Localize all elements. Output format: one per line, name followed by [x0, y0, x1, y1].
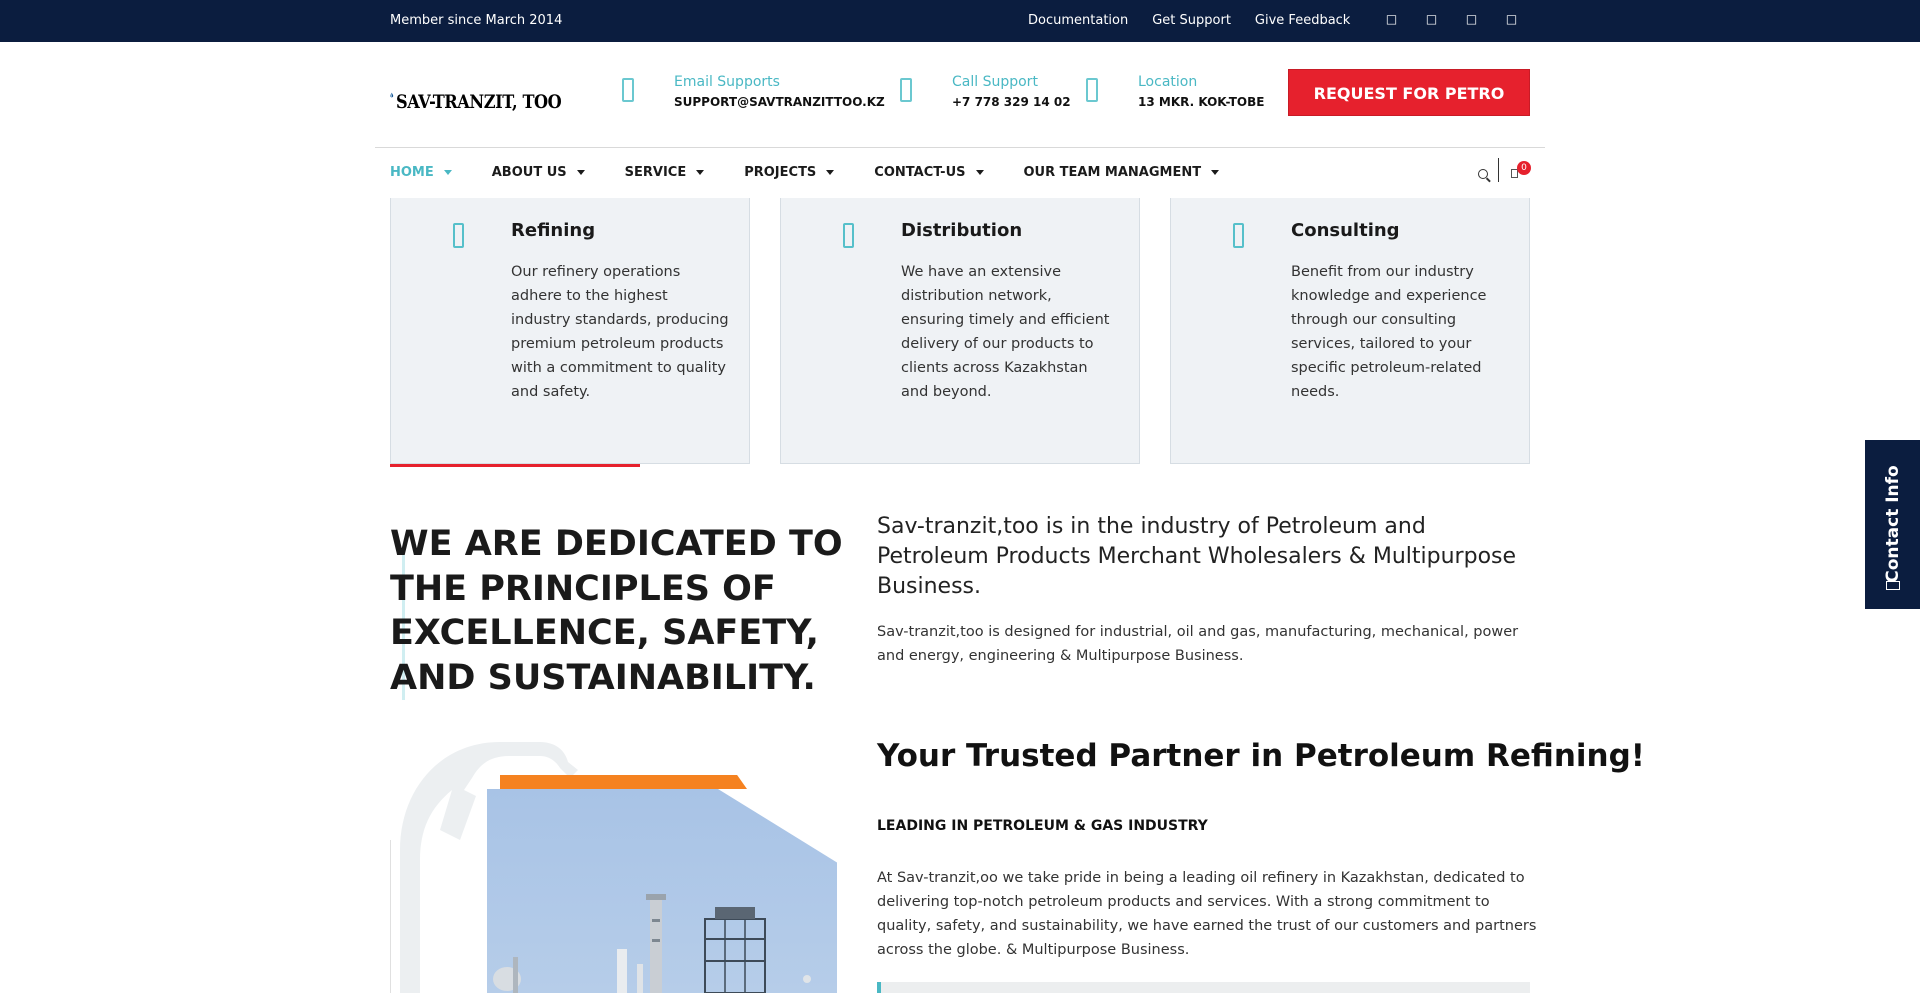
leading-subheading: LEADING IN PETROLEUM & GAS INDUSTRY	[877, 818, 1208, 834]
envelope-icon	[622, 78, 634, 102]
top-bar: Member since March 2014 Documentation Ge…	[0, 0, 1920, 42]
nav-item-label: ABOUT US	[491, 165, 567, 180]
refinery-illustration-icon	[493, 894, 811, 993]
search-icon[interactable]	[1478, 169, 1488, 179]
nav-item-home[interactable]: HOME	[390, 165, 452, 180]
site-header: SAV-TRANZIT, TOO Email Supports SUPPORT@…	[0, 42, 1920, 147]
caret-down-icon	[696, 170, 705, 175]
call-support: Call Support +7 778 329 14 02	[900, 74, 1071, 109]
email-value[interactable]: SUPPORT@SAVTRANZITTOO.KZ	[674, 95, 885, 109]
nav-tools: 0	[1478, 158, 1531, 182]
trusted-partner-heading: Your Trusted Partner in Petroleum Refini…	[877, 738, 1645, 774]
cart-count-badge: 0	[1517, 160, 1531, 175]
service-text: We have an extensive distribution networ…	[901, 264, 1110, 400]
tool-divider	[1498, 158, 1499, 182]
image-border	[390, 840, 391, 993]
caret-down-icon	[576, 170, 585, 175]
oil-drop-logo-icon	[390, 92, 394, 98]
location-value: 13 MKR. KOK-TOBE	[1138, 95, 1265, 109]
nav-item-label: OUR TEAM MANAGMENT	[1023, 165, 1202, 180]
documentation-link[interactable]: Documentation	[1028, 13, 1128, 28]
main-nav: HOME ABOUT US SERVICE PROJECTS CONTACT-U…	[390, 165, 1259, 180]
orange-accent	[500, 775, 747, 789]
refinery-photo	[487, 789, 837, 993]
logo-text: SAV-TRANZIT, TOO	[395, 91, 562, 113]
nav-item-projects[interactable]: PROJECTS	[744, 165, 835, 180]
nav-item-contact-us[interactable]: CONTACT-US	[874, 165, 984, 180]
facebook-icon[interactable]: □	[1385, 10, 1398, 28]
caret-down-icon	[975, 170, 984, 175]
service-card-refining: Refining Our refinery operations adhere …	[390, 198, 750, 464]
nav-item-label: PROJECTS	[744, 165, 817, 180]
email-support: Email Supports SUPPORT@SAVTRANZITTOO.KZ	[622, 74, 885, 109]
about-paragraph: Sav-tranzit,too is designed for industri…	[877, 624, 1519, 664]
refinery-icon	[453, 223, 464, 248]
progress-fill	[877, 982, 881, 993]
twitter-icon[interactable]: □	[1425, 10, 1438, 28]
nav-item-about-us[interactable]: ABOUT US	[492, 165, 585, 180]
get-support-link[interactable]: Get Support	[1152, 13, 1231, 28]
location-label: Location	[1138, 74, 1198, 90]
about-headline: WE ARE DEDICATED TO THE PRINCIPLES OF EX…	[390, 524, 843, 698]
service-title: Consulting	[1291, 220, 1400, 241]
service-title: Refining	[511, 220, 596, 241]
service-text: Benefit from our industry knowledge and …	[1291, 264, 1487, 400]
nav-item-label: HOME	[390, 165, 434, 180]
service-card-consulting: Consulting Benefit from our industry kno…	[1170, 198, 1530, 464]
consulting-icon	[1233, 223, 1244, 248]
instagram-icon[interactable]: □	[1505, 10, 1518, 28]
map-pin-icon	[1086, 78, 1098, 102]
truck-icon	[843, 223, 854, 248]
give-feedback-link[interactable]: Give Feedback	[1255, 13, 1350, 28]
progress-bar	[877, 982, 1530, 993]
location: Location 13 MKR. KOK-TOBE	[1086, 74, 1264, 109]
side-tab-label: Contact Info	[1882, 465, 1903, 583]
caret-down-icon	[826, 170, 835, 175]
about-paragraph-2: At Sav-tranzit,oo we take pride in being…	[877, 870, 1537, 958]
phone-icon	[900, 78, 912, 102]
caret-down-icon	[443, 170, 452, 175]
social-links: □ □ □ □	[1385, 10, 1518, 28]
service-title: Distribution	[901, 220, 1023, 241]
caret-down-icon	[1211, 170, 1220, 175]
service-text: Our refinery operations adhere to the hi…	[511, 264, 729, 400]
card-accent-bar	[390, 464, 640, 467]
cart-button[interactable]: 0	[1511, 160, 1531, 178]
nav-item-label: CONTACT-US	[874, 165, 966, 180]
phone-label: Call Support	[952, 74, 1038, 90]
logo[interactable]: SAV-TRANZIT, TOO	[390, 60, 590, 130]
request-for-petro-button[interactable]: REQUEST FOR PETRO	[1288, 69, 1530, 116]
nav-item-label: SERVICE	[624, 165, 687, 180]
top-links: Documentation Get Support Give Feedback	[1028, 13, 1350, 28]
phone-value[interactable]: +7 778 329 14 02	[952, 95, 1071, 109]
nav-item-service[interactable]: SERVICE	[625, 165, 705, 180]
nav-item-our-team[interactable]: OUR TEAM MANAGMENT	[1024, 165, 1220, 180]
contact-info-side-tab[interactable]: Contact Info	[1865, 440, 1920, 609]
about-lead: Sav-tranzit,too is in the industry of Pe…	[877, 514, 1517, 599]
linkedin-icon[interactable]: □	[1465, 10, 1478, 28]
member-since-text: Member since March 2014	[390, 13, 563, 28]
nav-divider	[375, 147, 1545, 148]
email-label: Email Supports	[674, 74, 780, 90]
service-card-distribution: Distribution We have an extensive distri…	[780, 198, 1140, 464]
envelope-icon	[1886, 581, 1900, 590]
